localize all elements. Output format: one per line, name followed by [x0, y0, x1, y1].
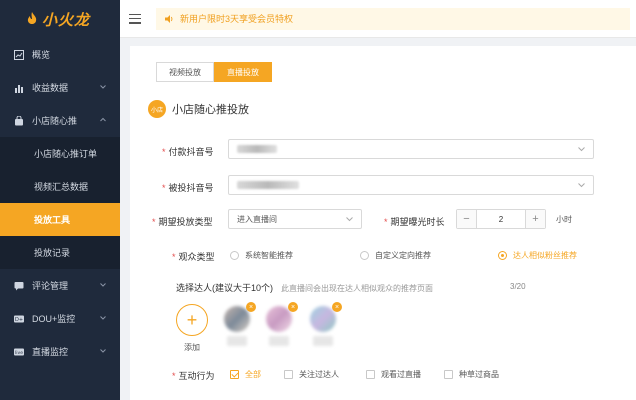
- chevron-down-icon: [100, 283, 106, 287]
- shop-bag-icon: [14, 115, 24, 126]
- masked-talent-name: [269, 336, 289, 346]
- comment-icon: [14, 281, 24, 291]
- bar-chart-icon: [14, 83, 24, 93]
- chevron-down-icon: [578, 183, 585, 188]
- checkbox-box: [444, 370, 453, 379]
- section-title: 小店随心推投放: [172, 104, 249, 116]
- sidebar-item-dou-monitor[interactable]: D+ DOU+监控: [0, 302, 120, 335]
- sidebar-subitem-video-summary[interactable]: 视频汇总数据: [0, 170, 120, 203]
- sidebar-item-shop-promo[interactable]: 小店随心推: [0, 104, 120, 137]
- goal-type-value: 进入直播间: [237, 214, 277, 224]
- increment-button[interactable]: +: [525, 210, 545, 228]
- masked-account-value: [237, 181, 299, 189]
- exposure-stepper[interactable]: − 2 +: [456, 209, 546, 229]
- checkbox-box: [366, 370, 375, 379]
- checkbox-seeded-product[interactable]: 种草过商品: [444, 369, 499, 380]
- radio-circle: [360, 251, 369, 260]
- checkbox-all[interactable]: 全部: [230, 369, 261, 380]
- checkbox-followed-talent[interactable]: 关注过达人: [284, 369, 339, 380]
- chevron-down-icon: [100, 316, 106, 320]
- remove-talent-icon[interactable]: ×: [288, 302, 298, 312]
- exposure-value[interactable]: 2: [477, 210, 525, 228]
- talent-title: 选择达人(建议大于10个): [176, 283, 274, 293]
- masked-talent-name: [313, 336, 333, 346]
- chevron-up-icon: [100, 117, 106, 122]
- dou-icon: D+: [14, 314, 24, 324]
- shop-badge: 小店: [148, 100, 166, 118]
- chevron-down-icon: [100, 85, 106, 89]
- sidebar-subitem-promo-records[interactable]: 投放记录: [0, 236, 120, 269]
- chevron-down-icon: [100, 349, 106, 353]
- talent-header: 选择达人(建议大于10个) 此直播间会出现在达人相似观众的推荐页面: [176, 281, 433, 294]
- sidebar-subitem-promo-tool[interactable]: 投放工具: [0, 203, 120, 236]
- exposure-label: * 期望曝光时长: [384, 217, 445, 227]
- svg-text:live: live: [15, 350, 23, 356]
- talent-avatar[interactable]: ×: [264, 302, 298, 350]
- interaction-label: * 互动行为: [172, 371, 215, 381]
- sidebar-subitem-orders[interactable]: 小店随心推订单: [0, 137, 120, 170]
- brand-logo[interactable]: 小火龙: [0, 0, 120, 38]
- decrement-button[interactable]: −: [457, 210, 477, 228]
- target-account-select[interactable]: [228, 175, 594, 195]
- sidebar-item-label: 直播监控: [32, 347, 69, 357]
- talent-hint: 此直播间会出现在达人相似观众的推荐页面: [281, 284, 434, 293]
- masked-account-value: [237, 145, 277, 153]
- add-talent-button[interactable]: +: [176, 304, 208, 336]
- talent-avatar[interactable]: ×: [308, 302, 342, 350]
- live-icon: live: [14, 347, 24, 357]
- flame-icon: [27, 12, 37, 24]
- radio-similar-fans[interactable]: 达人相似粉丝推荐: [498, 250, 577, 261]
- checkbox-box: [230, 370, 239, 379]
- tab-video-promo[interactable]: 视频投放: [156, 62, 214, 82]
- radio-system-recommend[interactable]: 系统智能推荐: [230, 250, 293, 261]
- target-account-label: * 被投抖音号: [162, 183, 214, 193]
- menu-toggle-icon[interactable]: [129, 13, 141, 24]
- sidebar-item-label: 评论管理: [32, 281, 69, 291]
- radio-circle: [498, 251, 507, 260]
- checkbox-box: [284, 370, 293, 379]
- chevron-down-icon: [346, 217, 353, 222]
- pay-account-select[interactable]: [228, 139, 594, 159]
- add-talent-label: 添加: [184, 343, 200, 352]
- sidebar-item-comments[interactable]: 评论管理: [0, 269, 120, 302]
- sidebar-item-label: DOU+监控: [32, 314, 76, 324]
- chart-line-icon: [14, 49, 24, 60]
- svg-text:D+: D+: [15, 317, 23, 323]
- sidebar-item-label: 概览: [32, 50, 51, 60]
- tab-live-promo[interactable]: 直播投放: [214, 62, 272, 82]
- sidebar-item-label: 收益数据: [32, 83, 69, 93]
- checkbox-watched-live[interactable]: 观看过直播: [366, 369, 421, 380]
- goal-type-label: * 期望投放类型: [152, 217, 213, 227]
- talent-count: 3/20: [510, 282, 526, 291]
- exposure-unit: 小时: [556, 215, 572, 224]
- audience-label: * 观众类型: [172, 252, 215, 262]
- top-bar: 新用户限时3天享受会员特权: [120, 0, 636, 38]
- remove-talent-icon[interactable]: ×: [246, 302, 256, 312]
- brand-name: 小火龙: [42, 11, 91, 29]
- sidebar-item-overview[interactable]: 概览: [0, 38, 120, 71]
- speaker-icon: [165, 14, 173, 23]
- chevron-down-icon: [578, 147, 585, 152]
- sidebar: 小火龙 概览 收益数据 小店随心推 小店随心推订单 视频汇总数据 投放工具 投放…: [0, 0, 120, 400]
- sidebar-item-revenue[interactable]: 收益数据: [0, 71, 120, 104]
- radio-custom-targeting[interactable]: 自定义定向推荐: [360, 250, 431, 261]
- pay-account-label: * 付款抖音号: [162, 147, 214, 157]
- remove-talent-icon[interactable]: ×: [332, 302, 342, 312]
- talent-avatar[interactable]: ×: [222, 302, 256, 350]
- sidebar-item-label: 小店随心推: [32, 116, 78, 126]
- section-header: 小店 小店随心推投放: [148, 100, 249, 118]
- goal-type-select[interactable]: 进入直播间: [228, 209, 362, 229]
- sidebar-item-live-monitor[interactable]: live 直播监控: [0, 335, 120, 368]
- main-panel: 视频投放 直播投放 小店 小店随心推投放 * 付款抖音号 * 被投抖音号 * 期望投放…: [130, 46, 636, 400]
- notice-text: 新用户限时3天享受会员特权: [180, 14, 294, 24]
- masked-talent-name: [227, 336, 247, 346]
- radio-circle: [230, 251, 239, 260]
- promo-tabs: 视频投放 直播投放: [156, 62, 272, 82]
- notice-banner[interactable]: 新用户限时3天享受会员特权: [156, 7, 630, 30]
